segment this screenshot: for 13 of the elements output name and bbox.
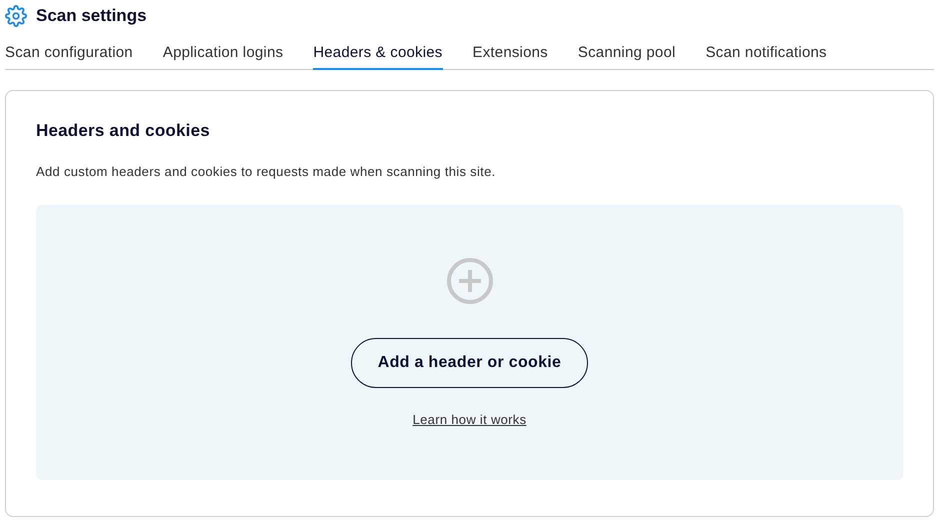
tab[interactable]: Scan notifications [706, 44, 827, 70]
card-description: Add custom headers and cookies to requests made when scanning this site. [36, 164, 497, 179]
tab[interactable]: Extensions [472, 44, 548, 70]
tab[interactable]: Scan configuration [5, 44, 133, 70]
add-header-button[interactable]: Add a header or cookie [350, 338, 588, 388]
tab[interactable]: Scanning pool [578, 44, 676, 70]
settings-icon [5, 5, 27, 27]
tab[interactable]: Application logins [162, 44, 284, 70]
plus-circle-icon [446, 257, 494, 305]
tab[interactable]: Headers & cookies [313, 44, 442, 70]
card-title: Headers and cookies [36, 121, 211, 141]
learn-more-link[interactable]: Learn how it works [412, 412, 526, 427]
page-title: Scan settings [36, 6, 147, 26]
